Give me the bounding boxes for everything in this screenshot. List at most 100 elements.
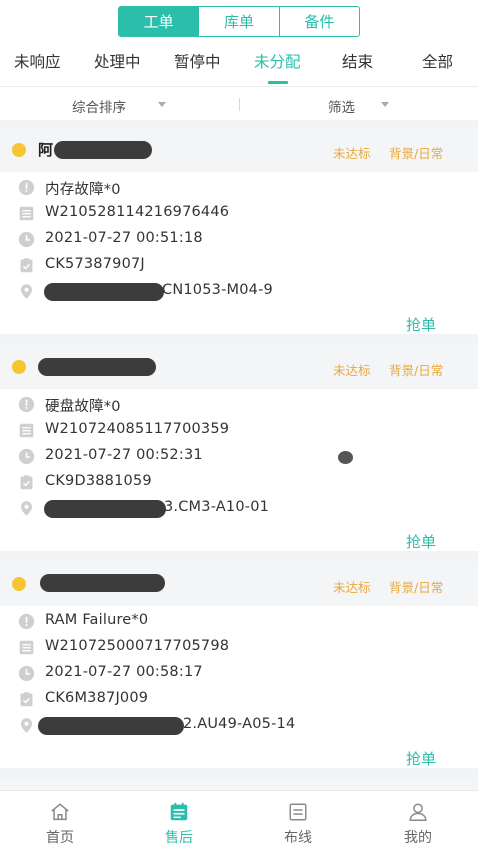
status-dot [12,360,26,374]
card-header: 未达标 背景/日常 [0,344,478,389]
home-icon [51,803,69,821]
fault-text: RAM Failure*0 [45,612,149,628]
work-order-card-partial [0,778,478,790]
nav-mine[interactable]: 我的 [378,791,458,850]
grab-order-button[interactable]: 抢单 [406,531,436,552]
tag-category: 背景/日常 [389,363,444,378]
sort-caret-icon [158,102,166,107]
tab-no-response[interactable]: 未响应 [14,50,61,72]
location-pin-icon [20,284,33,299]
tab-finished[interactable]: 结束 [342,50,373,72]
nav-after-sales[interactable]: 售后 [139,791,219,850]
fault-text: 内存故障*0 [45,182,121,198]
segment-tab-work-order[interactable]: 工单 [119,7,200,36]
redaction-bar [40,574,165,592]
order-time: 2021-07-27 00:51:18 [45,230,203,246]
ck-code: CK57387907J [45,256,145,272]
alert-icon [18,179,35,196]
location-text: 2.AU49-A05-14 [183,716,296,732]
document-icon [19,423,34,438]
ck-row: CK9D3881059 [0,471,478,497]
time-row: 2021-07-27 00:52:31 [0,445,478,471]
list-icon [289,803,307,821]
order-number-row: W210724085117700359 [0,419,478,445]
location-row: 3.CM3-A10-01 [0,497,478,523]
status-dot [12,577,26,591]
nav-home[interactable]: 首页 [20,791,100,850]
location-pin-icon [20,718,33,733]
tab-all[interactable]: 全部 [422,50,453,72]
fault-row: RAM Failure*0 [0,610,478,636]
nav-after-sales-label: 售后 [165,830,193,846]
tab-processing[interactable]: 处理中 [94,50,141,72]
nav-cabling-label: 布线 [284,830,312,846]
redaction-bar [38,358,156,376]
tab-paused[interactable]: 暂停中 [174,50,221,72]
redaction-bar [54,141,152,159]
fault-row: 内存故障*0 [0,176,478,202]
work-order-card[interactable]: 未达标 背景/日常 硬盘故障*0 W210724085117700359 202… [0,344,478,551]
alert-icon [18,396,35,413]
redaction-bar [44,283,164,301]
redaction-bar [44,500,166,518]
customer-name: 阿 [38,141,54,159]
ck-code: CK6M387J009 [45,690,149,706]
filter-caret-icon [381,102,389,107]
segment-tab-stock-order[interactable]: 库单 [199,7,280,36]
bottom-nav: 首页 售后 布线 我的 [0,790,478,850]
tag-category: 背景/日常 [389,580,444,595]
clock-icon [18,665,35,682]
clock-icon [18,448,35,465]
clipboard-check-icon [20,692,33,707]
location-text: CN1053-M04-9 [162,282,273,298]
document-icon [19,206,34,221]
alert-icon [18,613,35,630]
clipboard-check-icon [20,258,33,273]
order-number-row: W210528114216976446 [0,202,478,228]
document-icon [19,640,34,655]
tag-category: 背景/日常 [389,146,444,161]
segment-tab-spare-parts[interactable]: 备件 [280,7,359,36]
clipboard-check-icon [20,475,33,490]
time-row: 2021-07-27 00:58:17 [0,662,478,688]
nav-home-label: 首页 [46,830,74,846]
order-time: 2021-07-27 00:52:31 [45,447,203,463]
filter-bar: 综合排序 筛选 [0,86,478,120]
clock-icon [18,231,35,248]
status-tabs: 未响应 处理中 暂停中 未分配 结束 全部 [0,50,478,84]
fault-row: 硬盘故障*0 [0,393,478,419]
user-icon [409,803,427,821]
header: 工单 库单 备件 未响应 处理中 暂停中 未分配 结束 全部 综合排序 筛选 [0,0,478,120]
order-number: W210528114216976446 [45,204,230,220]
sort-dropdown[interactable]: 综合排序 [72,96,126,116]
tag-unqualified: 未达标 [333,580,371,595]
ck-row: CK57387907J [0,254,478,280]
filter-divider [239,98,240,111]
ck-row: CK6M387J009 [0,688,478,714]
order-number-row: W210725000717705798 [0,636,478,662]
tag-unqualified: 未达标 [333,363,371,378]
fault-text: 硬盘故障*0 [45,399,121,415]
card-header: 阿 未达标 背景/日常 [0,127,478,172]
work-order-card[interactable]: 阿 未达标 背景/日常 内存故障*0 W210528114216976446 2… [0,127,478,334]
status-dot [12,143,26,157]
calendar-icon [170,802,188,821]
touch-indicator [338,451,353,464]
location-text: 3.CM3-A10-01 [164,499,270,515]
nav-mine-label: 我的 [404,830,432,846]
tag-unqualified: 未达标 [333,146,371,161]
active-tab-indicator [268,81,288,84]
grab-order-button[interactable]: 抢单 [406,314,436,335]
order-time: 2021-07-27 00:58:17 [45,664,203,680]
time-row: 2021-07-27 00:51:18 [0,228,478,254]
order-number: W210724085117700359 [45,421,230,437]
order-number: W210725000717705798 [45,638,230,654]
segment-control: 工单 库单 备件 [118,6,360,37]
nav-cabling[interactable]: 布线 [258,791,338,850]
tab-unassigned[interactable]: 未分配 [254,50,301,72]
location-row: CN1053-M04-9 [0,280,478,306]
card-header [0,778,478,790]
work-order-card[interactable]: 未达标 背景/日常 RAM Failure*0 W210725000717705… [0,561,478,768]
filter-dropdown[interactable]: 筛选 [328,96,355,116]
grab-order-button[interactable]: 抢单 [406,748,436,769]
